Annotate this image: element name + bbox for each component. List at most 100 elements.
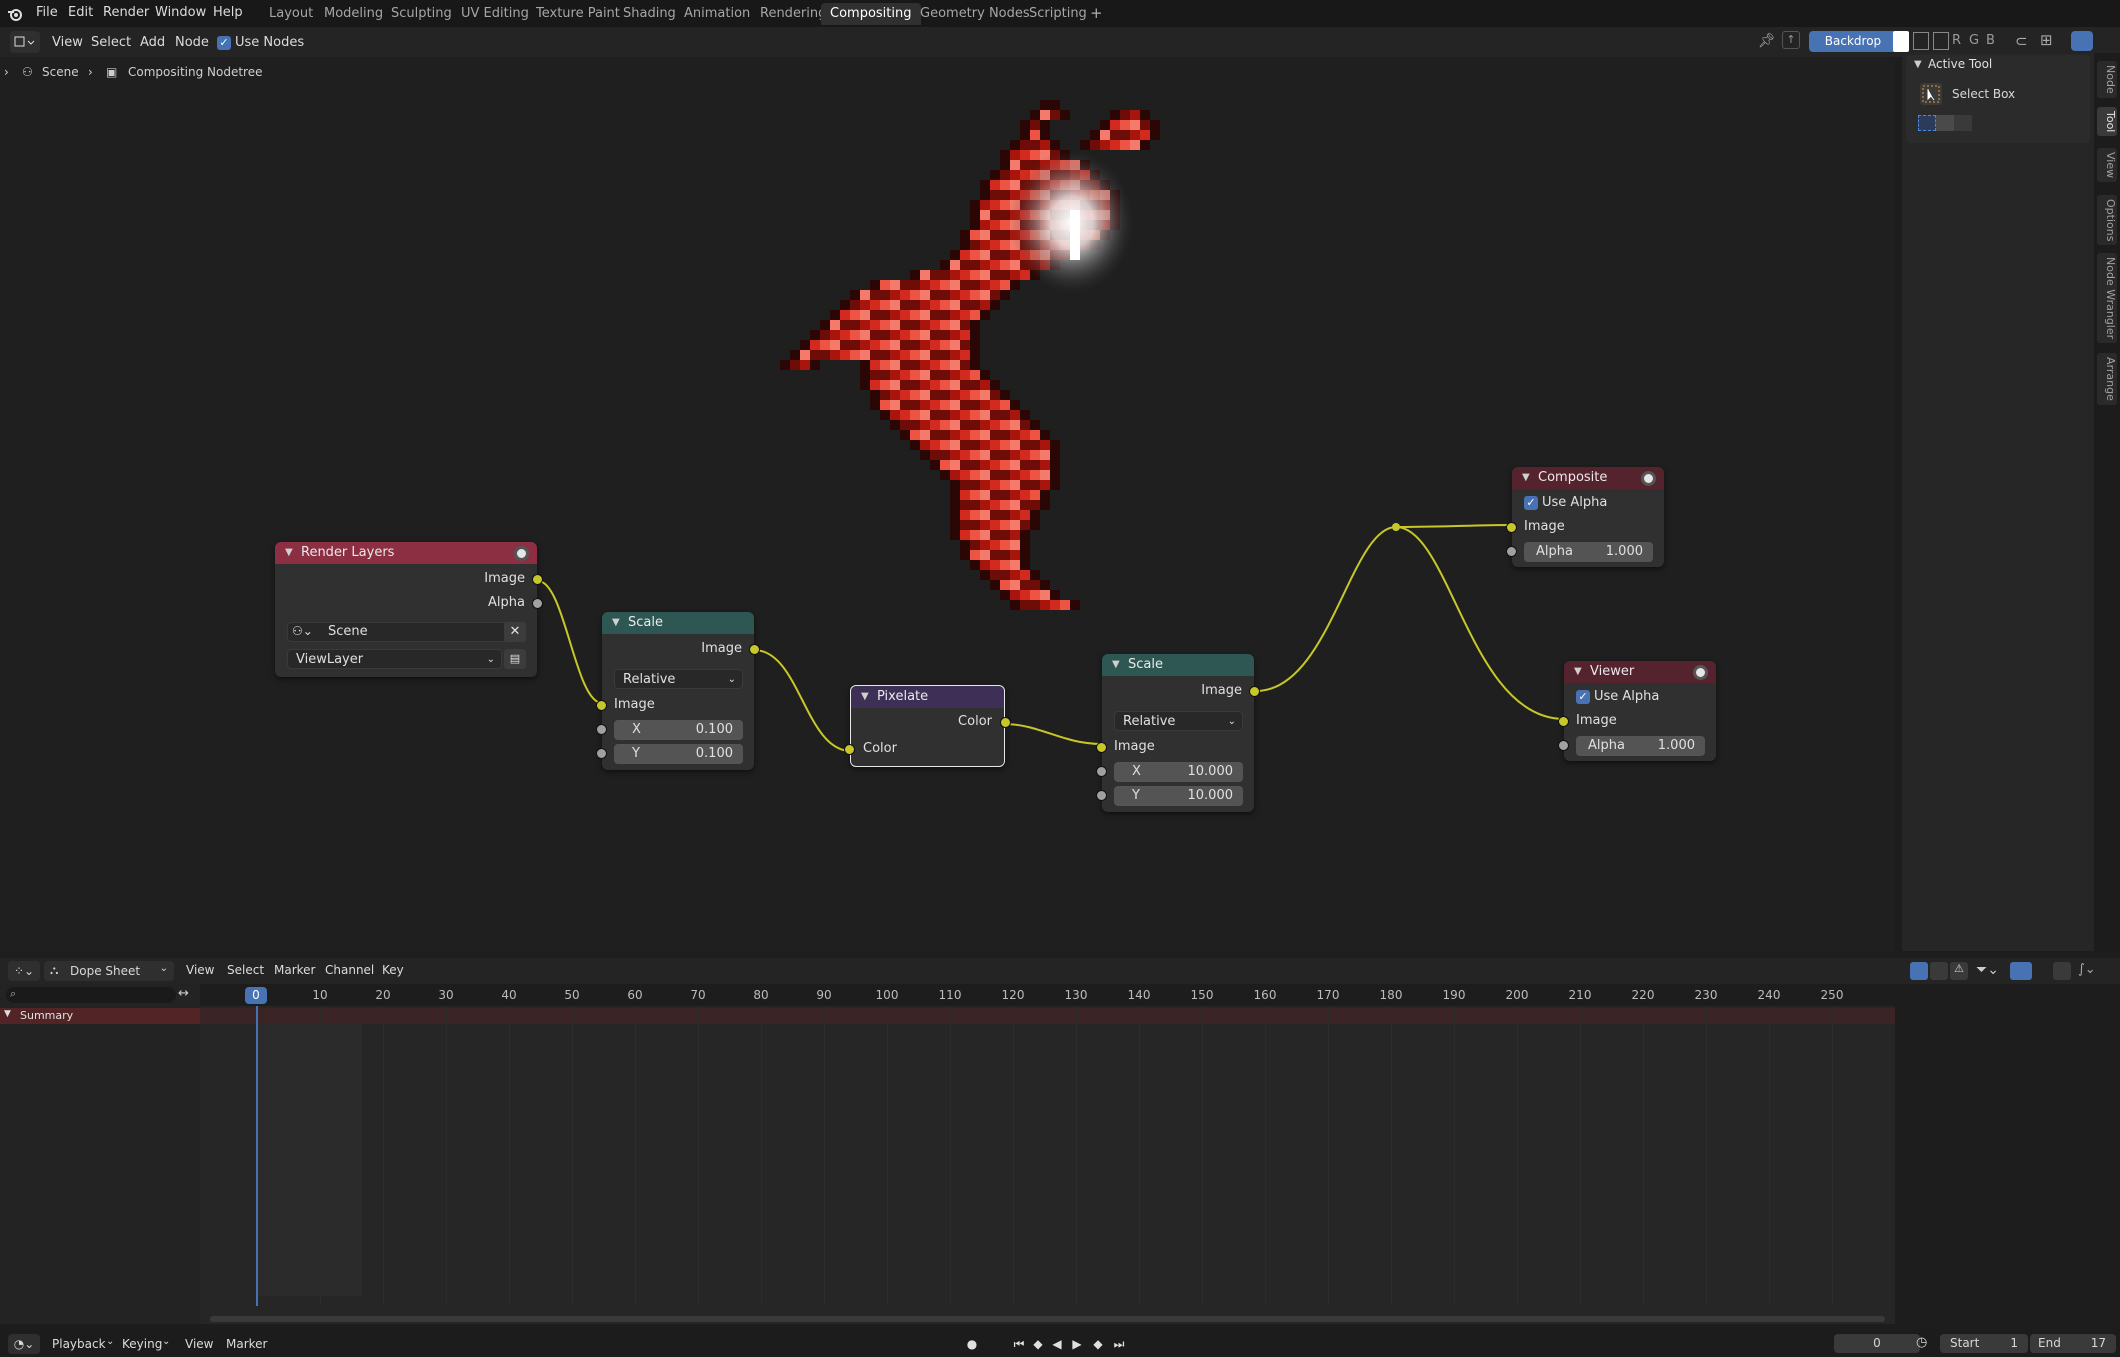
jump-keyframe-back-icon[interactable]: ◆ xyxy=(1030,1336,1046,1352)
menu-render[interactable]: Render xyxy=(103,5,149,20)
ds-menu-view[interactable]: View xyxy=(186,963,214,977)
render-layers-header[interactable]: ▼ Render Layers xyxy=(275,542,537,564)
show-hidden-icon[interactable] xyxy=(1930,962,1948,980)
only-selected-icon[interactable] xyxy=(1910,962,1928,980)
collapse-chevron-icon[interactable]: ▼ xyxy=(1522,467,1530,489)
workspace-tab-modeling[interactable]: Modeling xyxy=(315,3,392,25)
workspace-tab-compositing[interactable]: Compositing xyxy=(821,3,921,25)
output-image-socket[interactable] xyxy=(1249,686,1260,697)
snap-icon[interactable]: ⊂ xyxy=(2015,32,2028,50)
filter-icon[interactable]: ⏷⌄ xyxy=(1976,962,1999,978)
playhead[interactable] xyxy=(256,1006,258,1306)
x-field[interactable]: X 10.000 xyxy=(1114,762,1243,782)
space-dropdown[interactable]: Relative ⌄ xyxy=(1114,711,1243,731)
viewer-header[interactable]: ▼ Viewer xyxy=(1564,661,1716,683)
channel-b-button[interactable]: B xyxy=(1986,33,1995,48)
current-frame-badge[interactable]: 0 xyxy=(245,987,267,1004)
mode-dropdown[interactable]: ⛬ Dope Sheet ⌄ xyxy=(44,961,174,981)
collapse-chevron-icon[interactable]: ▼ xyxy=(861,686,869,708)
keying-menu[interactable]: Keying xyxy=(122,1337,162,1351)
render-icon[interactable] xyxy=(1641,471,1656,486)
input-y-socket[interactable] xyxy=(1096,790,1107,801)
mode-subtract-icon[interactable] xyxy=(1954,115,1972,131)
auto-keying-icon[interactable]: ● xyxy=(964,1336,980,1352)
input-image-socket[interactable] xyxy=(1558,716,1569,727)
select-box-tool-icon[interactable] xyxy=(1920,83,1942,105)
menu-edit[interactable]: Edit xyxy=(68,5,93,20)
menu-add[interactable]: Add xyxy=(140,35,165,50)
scale-1-header[interactable]: ▼ Scale xyxy=(602,612,754,634)
y-field[interactable]: Y 0.100 xyxy=(614,744,743,764)
play-icon[interactable]: ▶ xyxy=(1069,1336,1085,1352)
alpha-field[interactable]: Alpha 1.000 xyxy=(1576,736,1705,756)
scale-node-1[interactable]: ▼ Scale Image Relative ⌄ Image X 0.100 Y 0.1… xyxy=(596,612,760,770)
dopesheet-area[interactable]: ⌕ ↔ ▼ Summary 10 20 30 40 50 60 70 80 90 100 110 12… xyxy=(0,984,1895,1324)
collapse-chevron-icon[interactable]: ▼ xyxy=(612,612,620,634)
space-dropdown[interactable]: Relative ⌄ xyxy=(614,669,743,689)
menu-node[interactable]: Node xyxy=(175,35,209,50)
panel-collapse-icon[interactable]: ▼ xyxy=(1914,59,1922,70)
composite-node[interactable]: ▼ Composite ✓ Use Alpha Image Alpha 1.000 xyxy=(1506,467,1664,567)
frame-ruler[interactable]: 10 20 30 40 50 60 70 80 90 100 110 120 130 140 150 160 1… xyxy=(200,984,1895,1006)
sidebar-tab-arrange[interactable]: Arrange xyxy=(2097,353,2117,405)
workspace-tab-sculpting[interactable]: Sculpting xyxy=(382,3,461,25)
workspace-tab-layout[interactable]: Layout xyxy=(260,3,322,25)
node-editor-canvas[interactable]: › ⚇ Scene › ▣ Compositing Nodetree ▼ Rend… xyxy=(0,57,1895,952)
marker-menu[interactable]: Marker xyxy=(226,1337,267,1351)
sidebar-tab-view[interactable]: View xyxy=(2097,148,2117,183)
parent-node-tree-icon[interactable]: ↑ xyxy=(1782,31,1800,49)
render-icon[interactable] xyxy=(1693,665,1708,680)
channel-g-button[interactable]: G xyxy=(1969,33,1979,48)
snap-toggle[interactable] xyxy=(2010,962,2032,980)
pixelate-node[interactable]: ▼ Pixelate Color Color xyxy=(844,685,1011,767)
play-reverse-icon[interactable]: ◀ xyxy=(1049,1336,1065,1352)
render-layer-icon[interactable]: ▤ xyxy=(504,649,526,669)
output-image-socket[interactable] xyxy=(532,574,543,585)
y-field[interactable]: Y 10.000 xyxy=(1114,786,1243,806)
snap-target-icon[interactable]: ⊞ xyxy=(2040,31,2053,49)
expand-icon[interactable]: ▼ xyxy=(4,1009,11,1019)
sidebar-tab-options[interactable]: Options xyxy=(2097,195,2117,246)
start-frame-field[interactable]: Start 1 xyxy=(1940,1334,2028,1353)
backdrop-alpha-icon[interactable] xyxy=(1913,32,1929,50)
preview-range-icon[interactable]: ◷ xyxy=(1916,1335,1927,1350)
render-layers-node[interactable]: ▼ Render Layers Image Alpha ⚇⌄ Scene ✕ Vi… xyxy=(275,542,543,677)
output-alpha-socket[interactable] xyxy=(532,598,543,609)
channel-r-button[interactable]: R xyxy=(1952,33,1961,48)
collapse-chevron-icon[interactable]: ▼ xyxy=(1112,654,1120,676)
render-icon[interactable] xyxy=(514,546,529,561)
channel-search-input[interactable]: ⌕ xyxy=(6,987,176,1003)
mode-new-icon[interactable] xyxy=(1918,115,1936,131)
mode-extend-icon[interactable] xyxy=(1936,115,1954,131)
summary-channel[interactable]: ▼ Summary xyxy=(0,1008,200,1024)
menu-file[interactable]: File xyxy=(36,5,58,20)
input-alpha-socket[interactable] xyxy=(1506,546,1517,557)
timeline-editor-type-button[interactable]: ◔⌄ xyxy=(8,1334,40,1354)
use-alpha-checkbox[interactable]: ✓ xyxy=(1524,496,1538,510)
view-menu[interactable]: View xyxy=(185,1337,213,1351)
backdrop-rgb-icon[interactable] xyxy=(1933,32,1949,50)
reroute-node[interactable] xyxy=(1392,523,1400,531)
input-y-socket[interactable] xyxy=(596,748,607,759)
current-frame-field[interactable]: 0 xyxy=(1834,1334,1920,1353)
end-frame-field[interactable]: End 17 xyxy=(2030,1334,2116,1353)
ds-menu-key[interactable]: Key xyxy=(382,963,404,977)
collapse-chevron-icon[interactable]: ▼ xyxy=(285,542,293,564)
output-image-socket[interactable] xyxy=(749,644,760,655)
sidebar-tab-node[interactable]: Node xyxy=(2097,61,2117,98)
sidebar-tab-node-wrangler[interactable]: Node Wrangler xyxy=(2097,253,2117,344)
channel-width-icon[interactable]: ↔ xyxy=(178,986,189,1001)
pixelate-header[interactable]: ▼ Pixelate xyxy=(851,686,1004,708)
backdrop-toggle-button[interactable]: Backdrop xyxy=(1809,31,1897,52)
use-nodes-checkbox[interactable]: ✓ xyxy=(217,36,231,50)
scale-node-2[interactable]: ▼ Scale Image Relative ⌄ Image X 10.000 Y 10… xyxy=(1096,654,1260,812)
jump-end-icon[interactable]: ⏭ xyxy=(1111,1336,1127,1352)
collapse-chevron-icon[interactable]: ▼ xyxy=(1574,661,1582,683)
menu-view[interactable]: View xyxy=(52,35,83,50)
x-field[interactable]: X 0.100 xyxy=(614,720,743,740)
input-color-socket[interactable] xyxy=(844,744,855,755)
workspace-tab-uv-editing[interactable]: UV Editing xyxy=(452,3,538,25)
alpha-field[interactable]: Alpha 1.000 xyxy=(1524,542,1653,562)
blender-logo-icon[interactable] xyxy=(7,6,23,22)
viewer-node[interactable]: ▼ Viewer ✓ Use Alpha Image Alpha 1.000 xyxy=(1558,661,1716,761)
